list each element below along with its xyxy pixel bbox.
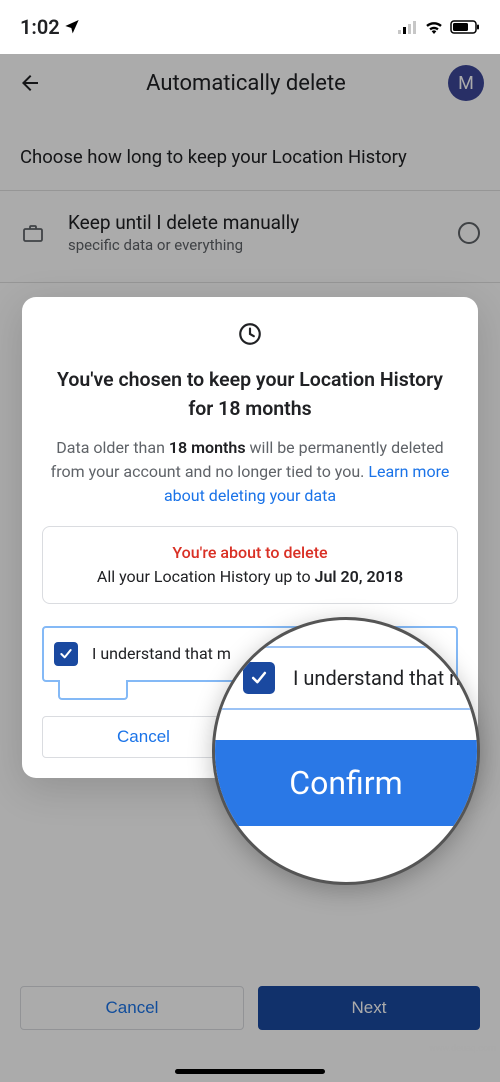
home-indicator[interactable] (175, 1069, 325, 1074)
dialog-title: You've chosen to keep your Location Hist… (42, 365, 458, 424)
radio-unselected[interactable] (458, 222, 480, 244)
status-time: 1:02 (20, 15, 60, 39)
app-header: Automatically delete M (0, 54, 500, 112)
magnified-confirm-label: Confirm (289, 764, 402, 802)
magnifier-callout: I understand that m Confirm (212, 617, 480, 885)
avatar[interactable]: M (448, 65, 484, 101)
briefcase-icon (20, 220, 46, 246)
warning-box: You're about to delete All your Location… (42, 526, 458, 604)
warning-body-date: Jul 20, 2018 (315, 567, 404, 586)
consent-label: I understand that m (92, 644, 231, 663)
warning-title: You're about to delete (55, 541, 445, 565)
page-subtitle: Choose how long to keep your Location Hi… (0, 112, 500, 190)
magnified-checkbox-icon (243, 662, 275, 694)
option-manual-delete[interactable]: Keep until I delete manually specific da… (0, 191, 500, 274)
warning-body-prefix: All your Location History up to (97, 567, 315, 586)
battery-icon (450, 15, 480, 39)
status-bar: 1:02 (0, 0, 500, 54)
cellular-icon (398, 15, 418, 39)
dialog-body: Data older than 18 months will be perman… (42, 436, 458, 508)
watermark: www.deuaq.com (429, 1044, 496, 1054)
magnified-consent-row: I understand that m (215, 646, 477, 710)
dialog-body-prefix: Data older than (56, 438, 169, 457)
page-title: Automatically delete (56, 71, 436, 96)
warning-body: All your Location History up to Jul 20, … (55, 565, 445, 589)
magnified-consent-label: I understand that m (293, 666, 467, 690)
option-title: Keep until I delete manually (68, 211, 436, 234)
avatar-letter: M (458, 73, 474, 94)
highlight-notch (58, 680, 128, 700)
bottom-actions: Cancel Next (0, 986, 500, 1030)
magnified-confirm-button: Confirm (215, 740, 477, 826)
next-button[interactable]: Next (258, 986, 480, 1030)
cancel-button-bottom[interactable]: Cancel (20, 986, 244, 1030)
back-button[interactable] (16, 69, 44, 97)
option-subtitle: specific data or everything (68, 236, 436, 254)
dialog-body-bold: 18 months (169, 438, 246, 457)
checkbox-checked[interactable] (54, 642, 78, 666)
wifi-icon (424, 15, 444, 39)
location-arrow-icon (64, 15, 80, 39)
divider (0, 282, 500, 283)
clock-icon (42, 321, 458, 351)
